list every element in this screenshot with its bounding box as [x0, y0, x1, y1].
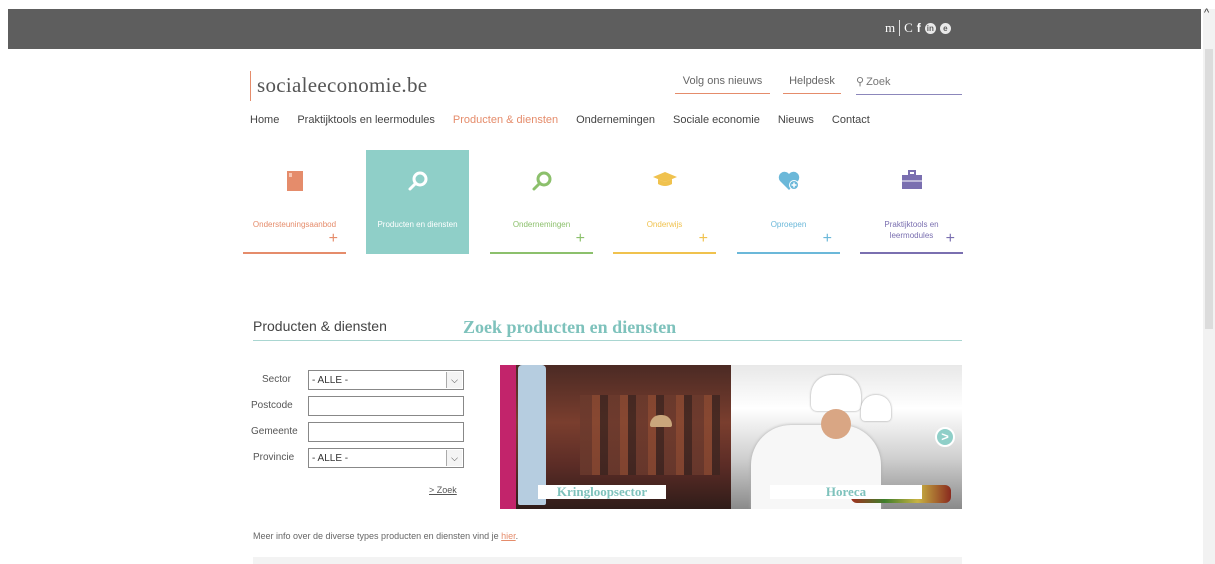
provincie-label: Provincie: [253, 452, 295, 463]
tile-label: Onderwijs: [646, 220, 683, 229]
search-icon: [490, 170, 593, 194]
info-text-body: Meer info over de diverse types producte…: [253, 531, 502, 541]
chevron-down-icon[interactable]: ⌵: [446, 372, 462, 388]
tile-oproepen[interactable]: Oproepen +: [737, 150, 840, 254]
slide-horeca[interactable]: Horeca: [731, 365, 962, 509]
sector-select[interactable]: - ALLE - ⌵: [308, 370, 464, 390]
tile-label: Ondersteuningsaanbod: [252, 220, 337, 229]
slide-image-detail: [821, 409, 851, 439]
tile-ondersteuningsaanbod[interactable]: Ondersteuningsaanbod +: [243, 150, 346, 254]
helpdesk-link[interactable]: Helpdesk: [783, 75, 841, 94]
follow-news-link[interactable]: Volg ons nieuws: [675, 75, 770, 94]
section-title: Producten & diensten: [253, 318, 387, 334]
provincie-select-value: - ALLE -: [312, 453, 349, 464]
nav-item-home[interactable]: Home: [250, 114, 279, 126]
content-footer-bar: [253, 557, 962, 564]
tile-praktijktools[interactable]: Praktijktools en leermodules +: [860, 150, 963, 254]
search-placeholder: Zoek: [866, 76, 891, 88]
main-nav: Home Praktijktools en leermodules Produc…: [250, 114, 888, 126]
info-text: Meer info over de diverse types producte…: [253, 531, 518, 541]
scrollbar-thumb[interactable]: [1205, 49, 1213, 329]
tile-underline: [490, 252, 593, 254]
slide-kringloopsector[interactable]: Kringloopsector: [500, 365, 731, 509]
top-bar: m C f in e: [8, 9, 1201, 49]
search-input[interactable]: ⚲ Zoek: [856, 75, 962, 95]
zoek-link[interactable]: > Zoek: [429, 485, 457, 495]
chevron-down-icon[interactable]: ⌵: [446, 450, 462, 466]
slide-image-detail: [580, 395, 720, 475]
plus-icon[interactable]: +: [329, 230, 338, 248]
tile-label: Ondernemingen: [512, 220, 571, 229]
tile-ondernemingen[interactable]: Ondernemingen +: [490, 150, 593, 254]
gemeente-label: Gemeente: [251, 426, 298, 437]
sector-select-value: - ALLE -: [312, 375, 349, 386]
provincie-select[interactable]: - ALLE - ⌵: [308, 448, 464, 468]
gemeente-field[interactable]: [308, 422, 464, 442]
slide-image-detail: [861, 395, 891, 421]
site-logo[interactable]: socialeeconomie.be: [250, 71, 427, 101]
tile-producten-diensten[interactable]: Producten en diensten: [366, 150, 469, 254]
slide-image-detail: [811, 375, 861, 411]
plus-icon[interactable]: +: [576, 230, 585, 248]
plus-icon[interactable]: +: [946, 230, 955, 248]
postcode-field[interactable]: [308, 396, 464, 416]
heart-plus-icon: [737, 170, 840, 194]
sector-label: Sector: [262, 374, 291, 385]
plus-icon[interactable]: +: [699, 230, 708, 248]
tile-underline: [737, 252, 840, 254]
social-link-m[interactable]: m: [885, 20, 895, 36]
section-heading: Zoek producten en diensten: [463, 317, 677, 337]
info-text-end: .: [515, 531, 519, 541]
tile-underline: [860, 252, 963, 254]
postcode-label: Postcode: [251, 400, 293, 411]
tile-label: Praktijktools en leermodules: [884, 220, 939, 240]
linkedin-icon[interactable]: in: [924, 22, 936, 34]
book-icon: [243, 170, 346, 194]
image-slider[interactable]: Kringloopsector Horeca: [500, 365, 962, 509]
nav-item-praktijktools[interactable]: Praktijktools en leermodules: [297, 114, 435, 126]
slide-caption[interactable]: Kringloopsector: [538, 485, 666, 499]
scroll-up-icon[interactable]: ^: [1204, 7, 1209, 19]
nav-item-ondernemingen[interactable]: Ondernemingen: [576, 114, 655, 126]
social-link-c[interactable]: C: [904, 20, 913, 36]
nav-item-sociale-economie[interactable]: Sociale economie: [673, 114, 760, 126]
search-icon: ⚲: [856, 76, 865, 88]
nav-item-contact[interactable]: Contact: [832, 114, 870, 126]
slide-image-detail: [518, 365, 546, 505]
slide-image-detail: [500, 365, 516, 509]
nav-item-producten-diensten[interactable]: Producten & diensten: [453, 114, 558, 126]
divider: [899, 20, 901, 36]
graduation-cap-icon: [613, 170, 716, 194]
search-icon: [366, 170, 469, 194]
scrollbar[interactable]: ^: [1203, 7, 1215, 564]
tile-underline: [243, 252, 346, 254]
plus-icon[interactable]: +: [823, 230, 832, 248]
slider-next-button[interactable]: >: [935, 427, 955, 447]
tile-label: Oproepen: [770, 220, 807, 229]
facebook-icon[interactable]: f: [917, 21, 921, 35]
info-link[interactable]: hier: [501, 531, 516, 541]
slide-image-detail: [650, 415, 672, 427]
email-icon[interactable]: e: [939, 22, 951, 34]
social-links: m C f in e: [885, 20, 951, 36]
slide-caption[interactable]: Horeca: [770, 485, 922, 499]
tile-onderwijs[interactable]: Onderwijs +: [613, 150, 716, 254]
section-divider: [253, 340, 962, 341]
nav-item-nieuws[interactable]: Nieuws: [778, 114, 814, 126]
tile-label: Producten en diensten: [377, 220, 458, 229]
tile-underline: [613, 252, 716, 254]
briefcase-icon: [860, 170, 963, 194]
